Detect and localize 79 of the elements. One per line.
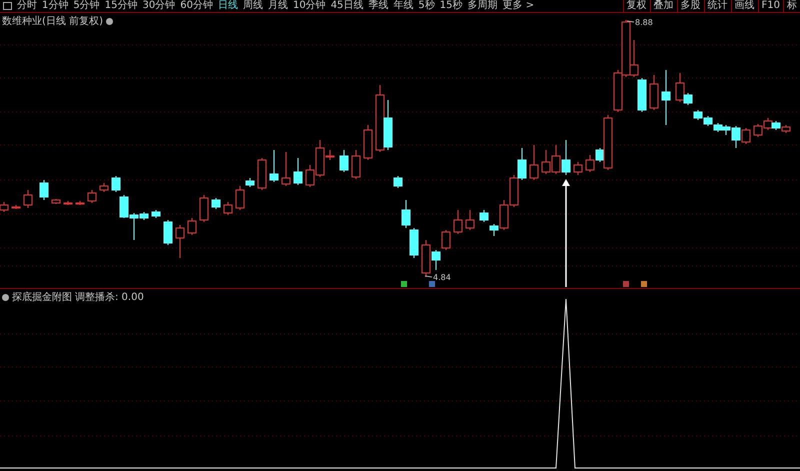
candlestick xyxy=(574,162,582,176)
candlestick xyxy=(764,118,772,130)
period-tab[interactable]: 5秒 xyxy=(418,0,435,12)
candlestick xyxy=(352,150,360,180)
candlestick xyxy=(542,150,550,174)
candlestick xyxy=(614,70,622,112)
candlestick xyxy=(562,140,570,176)
candlestick xyxy=(340,150,348,172)
candlestick xyxy=(714,122,722,132)
candlestick xyxy=(24,190,32,208)
candlestick xyxy=(76,200,84,206)
candlestick xyxy=(394,176,402,188)
settings-icon[interactable] xyxy=(2,294,9,300)
period-tab[interactable]: 1分钟 xyxy=(42,0,68,12)
candlestick xyxy=(782,124,790,134)
indicator-title: 探底掘金附图 xyxy=(12,290,72,304)
candlestick xyxy=(188,218,196,236)
candlestick xyxy=(530,144,538,180)
period-tab[interactable]: 15分钟 xyxy=(104,0,138,12)
candlestick xyxy=(518,148,526,180)
candlestick xyxy=(224,202,232,216)
candlestick xyxy=(410,228,418,258)
candlestick xyxy=(88,190,96,204)
candlestick xyxy=(52,198,60,204)
low-price-label: 4.84 xyxy=(424,273,451,282)
period-tab[interactable]: 分时 xyxy=(17,0,37,12)
candlestick xyxy=(384,100,392,150)
candlestick xyxy=(120,194,128,218)
candlestick xyxy=(480,210,488,222)
candlestick xyxy=(64,200,72,206)
period-tab[interactable]: 周线 xyxy=(242,0,263,12)
candlestick xyxy=(294,158,302,186)
indicator-reading: 调整播杀: 0.00 xyxy=(75,290,144,304)
candlestick xyxy=(270,150,278,182)
period-tab[interactable]: 10分钟 xyxy=(292,0,326,12)
window-icon[interactable] xyxy=(3,2,12,10)
candlestick xyxy=(704,116,712,126)
period-tab[interactable]: 月线 xyxy=(268,0,288,12)
candlestick xyxy=(442,230,450,250)
candlestick xyxy=(510,174,518,208)
candlestick xyxy=(662,70,670,126)
candlestick xyxy=(754,124,762,138)
period-tab[interactable]: 更多 > xyxy=(502,0,534,12)
candlestick xyxy=(100,182,108,192)
candlestick xyxy=(638,78,646,112)
candlestick xyxy=(152,210,160,218)
candlestick xyxy=(376,84,384,152)
candlestick xyxy=(282,152,290,186)
period-tab[interactable]: 45日线 xyxy=(330,0,364,12)
high-price-label: 8.88 xyxy=(626,18,653,27)
period-tab[interactable]: 5分钟 xyxy=(73,0,100,12)
candlestick xyxy=(586,154,594,172)
candlestick xyxy=(176,224,184,258)
candlestick xyxy=(742,128,750,144)
candlestick xyxy=(258,158,266,190)
candlestick xyxy=(12,204,20,210)
candlestick xyxy=(364,124,372,160)
candlestick xyxy=(40,180,48,200)
candlestick xyxy=(772,120,780,130)
chart-title: 数维种业(日线 前复权) xyxy=(2,14,103,28)
period-tab[interactable]: 15秒 xyxy=(440,0,463,12)
candlestick xyxy=(650,74,658,110)
period-tab[interactable]: 30分钟 xyxy=(142,0,176,12)
period-tab[interactable]: 多周期 xyxy=(468,0,498,12)
period-tab[interactable]: 年线 xyxy=(393,0,414,12)
candlestick xyxy=(402,200,410,228)
candlestick xyxy=(112,176,120,192)
candlestick xyxy=(454,210,462,234)
period-tab[interactable]: 季线 xyxy=(368,0,388,12)
candlestick xyxy=(164,220,172,246)
candlestick xyxy=(200,194,208,222)
candlestick xyxy=(212,198,220,210)
candlestick xyxy=(694,110,702,120)
settings-icon[interactable] xyxy=(106,18,113,24)
toolbar-button[interactable]: 标 xyxy=(783,0,800,12)
candlestick xyxy=(552,144,560,174)
candlestick xyxy=(466,210,474,230)
period-tab[interactable]: 日线 xyxy=(218,0,238,12)
period-tab[interactable]: 60分钟 xyxy=(180,0,213,12)
